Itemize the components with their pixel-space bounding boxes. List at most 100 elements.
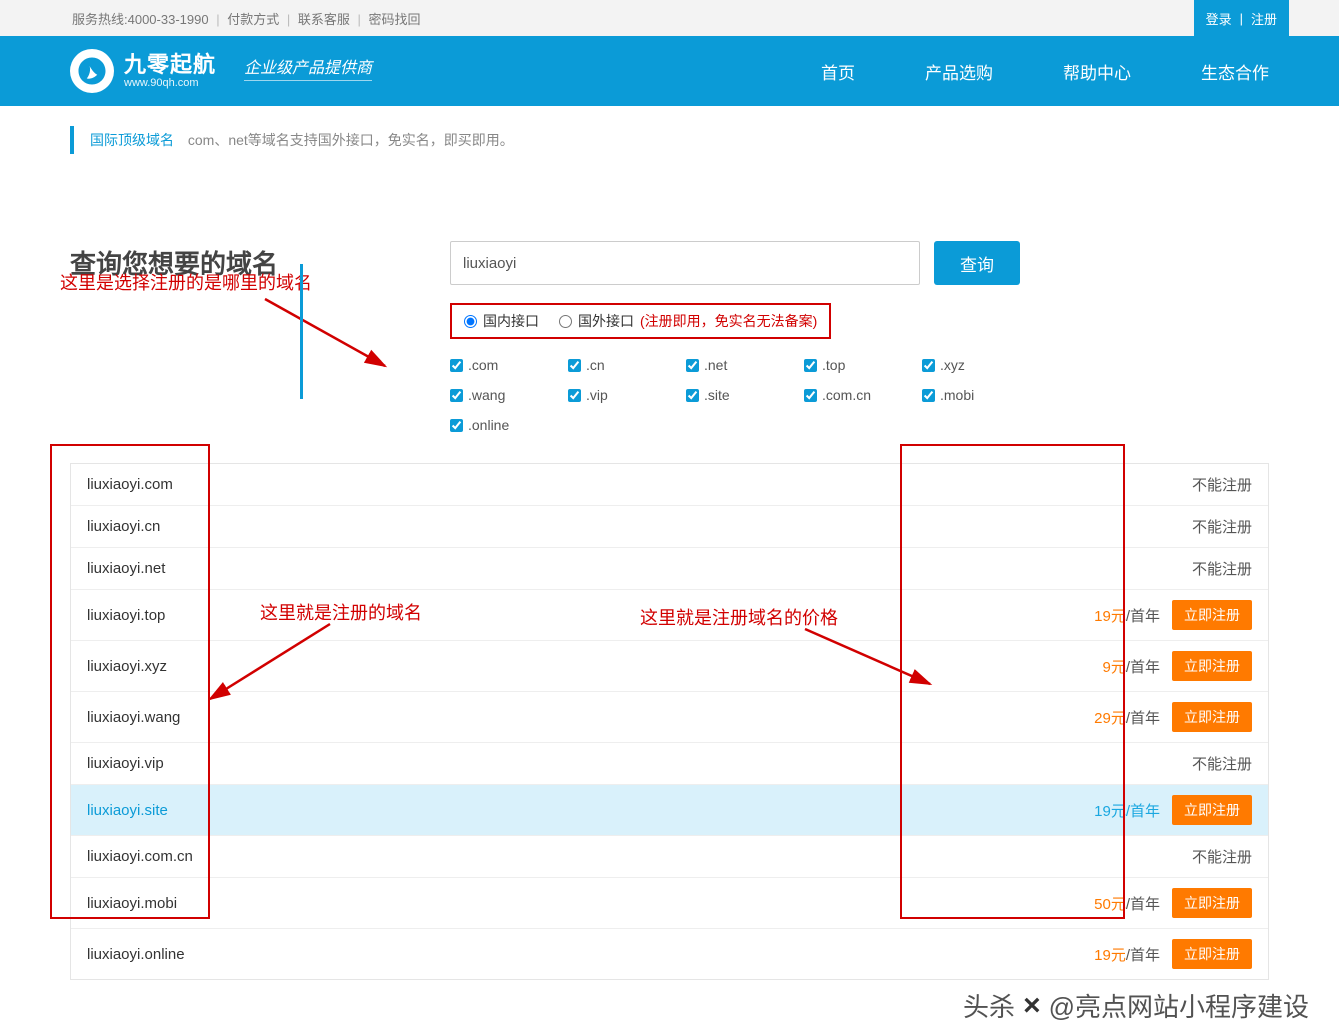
tld-label: .mobi	[940, 387, 974, 403]
result-right: 不能注册	[1192, 558, 1252, 579]
domain-search-input[interactable]	[450, 241, 920, 285]
price-value: 19元	[1094, 803, 1126, 820]
result-row: liuxiaoyi.vip 不能注册	[71, 743, 1268, 785]
price-value: 29元	[1094, 710, 1126, 727]
price-unit: /首年	[1126, 608, 1160, 625]
result-row: liuxiaoyi.com.cn不能注册	[71, 836, 1268, 878]
tld-checkbox[interactable]: .mobi	[922, 387, 992, 403]
tld-label: .xyz	[940, 357, 965, 373]
main-nav: 首页 产品选购 帮助中心 生态合作	[821, 59, 1269, 84]
result-price: 19元/首年	[1094, 605, 1160, 626]
nav-products[interactable]: 产品选购	[925, 59, 993, 84]
tld-checkbox-input[interactable]	[450, 389, 463, 402]
tld-checkbox[interactable]: .online	[450, 417, 520, 433]
caret-indicator	[300, 264, 303, 399]
result-price: 19元/首年	[1094, 800, 1160, 821]
tld-label: .top	[822, 357, 845, 373]
price-unit: /首年	[1126, 659, 1160, 676]
topbar: 服务热线:4000-33-1990 | 付款方式 | 联系客服 | 密码找回 登…	[0, 0, 1339, 36]
tld-checkbox[interactable]: .net	[686, 357, 756, 373]
separator: |	[287, 12, 290, 27]
tld-label: .net	[704, 357, 727, 373]
result-price: 50元/首年	[1094, 893, 1160, 914]
topbar-auth: 登录 | 注册	[1194, 0, 1289, 36]
nav-help[interactable]: 帮助中心	[1063, 59, 1131, 84]
logo-title: 九零起航	[124, 53, 216, 77]
pay-link[interactable]: 付款方式	[227, 12, 279, 27]
watermark-prefix: 头杀	[963, 987, 1015, 1024]
result-right: 19元/首年立即注册	[1094, 600, 1252, 630]
nav-eco[interactable]: 生态合作	[1201, 59, 1269, 84]
tld-label: .com.cn	[822, 387, 871, 403]
result-domain: liuxiaoyi.vip	[87, 755, 164, 772]
watermark-text: @亮点网站小程序建设	[1049, 987, 1309, 1024]
result-domain: liuxiaoyi.com	[87, 476, 173, 493]
radio-domestic-input[interactable]	[464, 315, 477, 328]
contact-link[interactable]: 联系客服	[298, 12, 350, 27]
search-area: 查询 国内接口 国外接口(注册即用，免实名无法备案) .com.cn.net.t…	[450, 241, 1269, 433]
logo-slogan: 企业级产品提供商	[244, 54, 372, 81]
result-row: liuxiaoyi.site 19元/首年立即注册	[71, 785, 1268, 836]
tld-checkbox-input[interactable]	[450, 359, 463, 372]
result-right: 19元/首年立即注册	[1094, 795, 1252, 825]
tld-checkbox[interactable]: .cn	[568, 357, 638, 373]
register-button[interactable]: 立即注册	[1172, 651, 1252, 681]
login-link[interactable]: 登录	[1206, 9, 1232, 28]
tld-checkbox[interactable]: .xyz	[922, 357, 992, 373]
register-button[interactable]: 立即注册	[1172, 795, 1252, 825]
tld-checkbox[interactable]: .com	[450, 357, 520, 373]
tld-checkbox-input[interactable]	[922, 389, 935, 402]
logo-icon	[70, 49, 114, 93]
status-unavailable: 不能注册	[1192, 516, 1252, 537]
price-unit: /首年	[1126, 803, 1160, 820]
result-domain: liuxiaoyi.wang	[87, 709, 180, 726]
separator: |	[358, 12, 361, 27]
result-domain: liuxiaoyi.xyz	[87, 658, 167, 675]
result-row: liuxiaoyi.com不能注册	[71, 464, 1268, 506]
register-link[interactable]: 注册	[1251, 9, 1277, 28]
register-button[interactable]: 立即注册	[1172, 888, 1252, 918]
result-domain: liuxiaoyi.online	[87, 946, 185, 963]
tld-checkbox-input[interactable]	[922, 359, 935, 372]
tld-checkbox-input[interactable]	[686, 359, 699, 372]
tld-checkbox[interactable]: .top	[804, 357, 874, 373]
password-recover-link[interactable]: 密码找回	[369, 12, 421, 27]
tld-checkbox-input[interactable]	[568, 389, 581, 402]
register-button[interactable]: 立即注册	[1172, 939, 1252, 969]
tld-checkbox-input[interactable]	[450, 419, 463, 432]
result-price: 19元/首年	[1094, 944, 1160, 965]
header: 九零起航 www.90qh.com 企业级产品提供商 首页 产品选购 帮助中心 …	[0, 36, 1339, 106]
tld-checkbox[interactable]: .site	[686, 387, 756, 403]
radio-overseas-input[interactable]	[559, 315, 572, 328]
radio-domestic[interactable]: 国内接口	[464, 311, 539, 331]
tld-checkbox[interactable]: .vip	[568, 387, 638, 403]
tld-checkbox-input[interactable]	[804, 389, 817, 402]
status-unavailable: 不能注册	[1192, 753, 1252, 774]
breadcrumb: 国际顶级域名 com、net等域名支持国外接口，免实名，即买即用。	[70, 126, 1269, 154]
tld-checkbox[interactable]: .wang	[450, 387, 520, 403]
tld-label: .online	[468, 417, 509, 433]
watermark: 头杀 × @亮点网站小程序建设	[963, 987, 1309, 1024]
logo-text: 九零起航 www.90qh.com	[124, 53, 216, 89]
result-row: liuxiaoyi.cn不能注册	[71, 506, 1268, 548]
result-domain: liuxiaoyi.site	[87, 802, 168, 819]
nav-home[interactable]: 首页	[821, 59, 855, 84]
radio-domestic-label: 国内接口	[483, 311, 539, 331]
search-button[interactable]: 查询	[934, 241, 1020, 285]
radio-overseas-label: 国外接口	[578, 311, 634, 331]
register-button[interactable]: 立即注册	[1172, 702, 1252, 732]
tld-checkbox[interactable]: .com.cn	[804, 387, 874, 403]
result-domain: liuxiaoyi.mobi	[87, 895, 177, 912]
tld-label: .wang	[468, 387, 505, 403]
price-unit: /首年	[1126, 896, 1160, 913]
radio-overseas[interactable]: 国外接口(注册即用，免实名无法备案)	[559, 311, 817, 331]
tld-checkbox-input[interactable]	[804, 359, 817, 372]
tld-checkbox-input[interactable]	[686, 389, 699, 402]
price-value: 9元	[1102, 659, 1125, 676]
logo-block[interactable]: 九零起航 www.90qh.com 企业级产品提供商	[70, 49, 372, 93]
price-value: 19元	[1094, 608, 1126, 625]
register-button[interactable]: 立即注册	[1172, 600, 1252, 630]
tld-checkbox-input[interactable]	[568, 359, 581, 372]
result-row: liuxiaoyi.mobi 50元/首年立即注册	[71, 878, 1268, 929]
result-domain: liuxiaoyi.top	[87, 607, 165, 624]
